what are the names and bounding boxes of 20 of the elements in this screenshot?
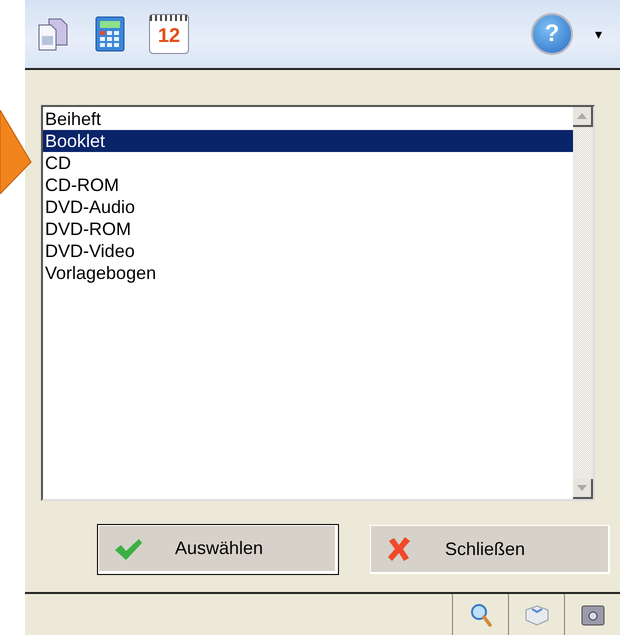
- cross-icon: [385, 535, 413, 563]
- list-item[interactable]: Beiheft: [43, 108, 573, 130]
- box-icon[interactable]: [522, 604, 550, 626]
- list-item[interactable]: Booklet: [43, 130, 573, 152]
- close-button[interactable]: Schließen: [370, 525, 610, 574]
- scrollbar[interactable]: [573, 107, 593, 499]
- scroll-down-icon[interactable]: [573, 479, 593, 499]
- list-item[interactable]: DVD-ROM: [43, 218, 573, 240]
- calculator-icon[interactable]: [93, 15, 127, 53]
- search-icon[interactable]: [468, 602, 492, 628]
- list-item[interactable]: Vorlagebogen: [43, 262, 573, 284]
- calendar-icon[interactable]: 12: [149, 14, 189, 54]
- list-item[interactable]: CD: [43, 152, 573, 174]
- list-item[interactable]: DVD-Video: [43, 240, 573, 262]
- select-button[interactable]: Auswählen: [98, 525, 338, 574]
- checkmark-icon: [113, 536, 143, 560]
- dropdown-caret[interactable]: ▾: [595, 24, 602, 44]
- list-item[interactable]: CD-ROM: [43, 174, 573, 196]
- scroll-up-icon[interactable]: [573, 107, 593, 127]
- list-item[interactable]: DVD-Audio: [43, 196, 573, 218]
